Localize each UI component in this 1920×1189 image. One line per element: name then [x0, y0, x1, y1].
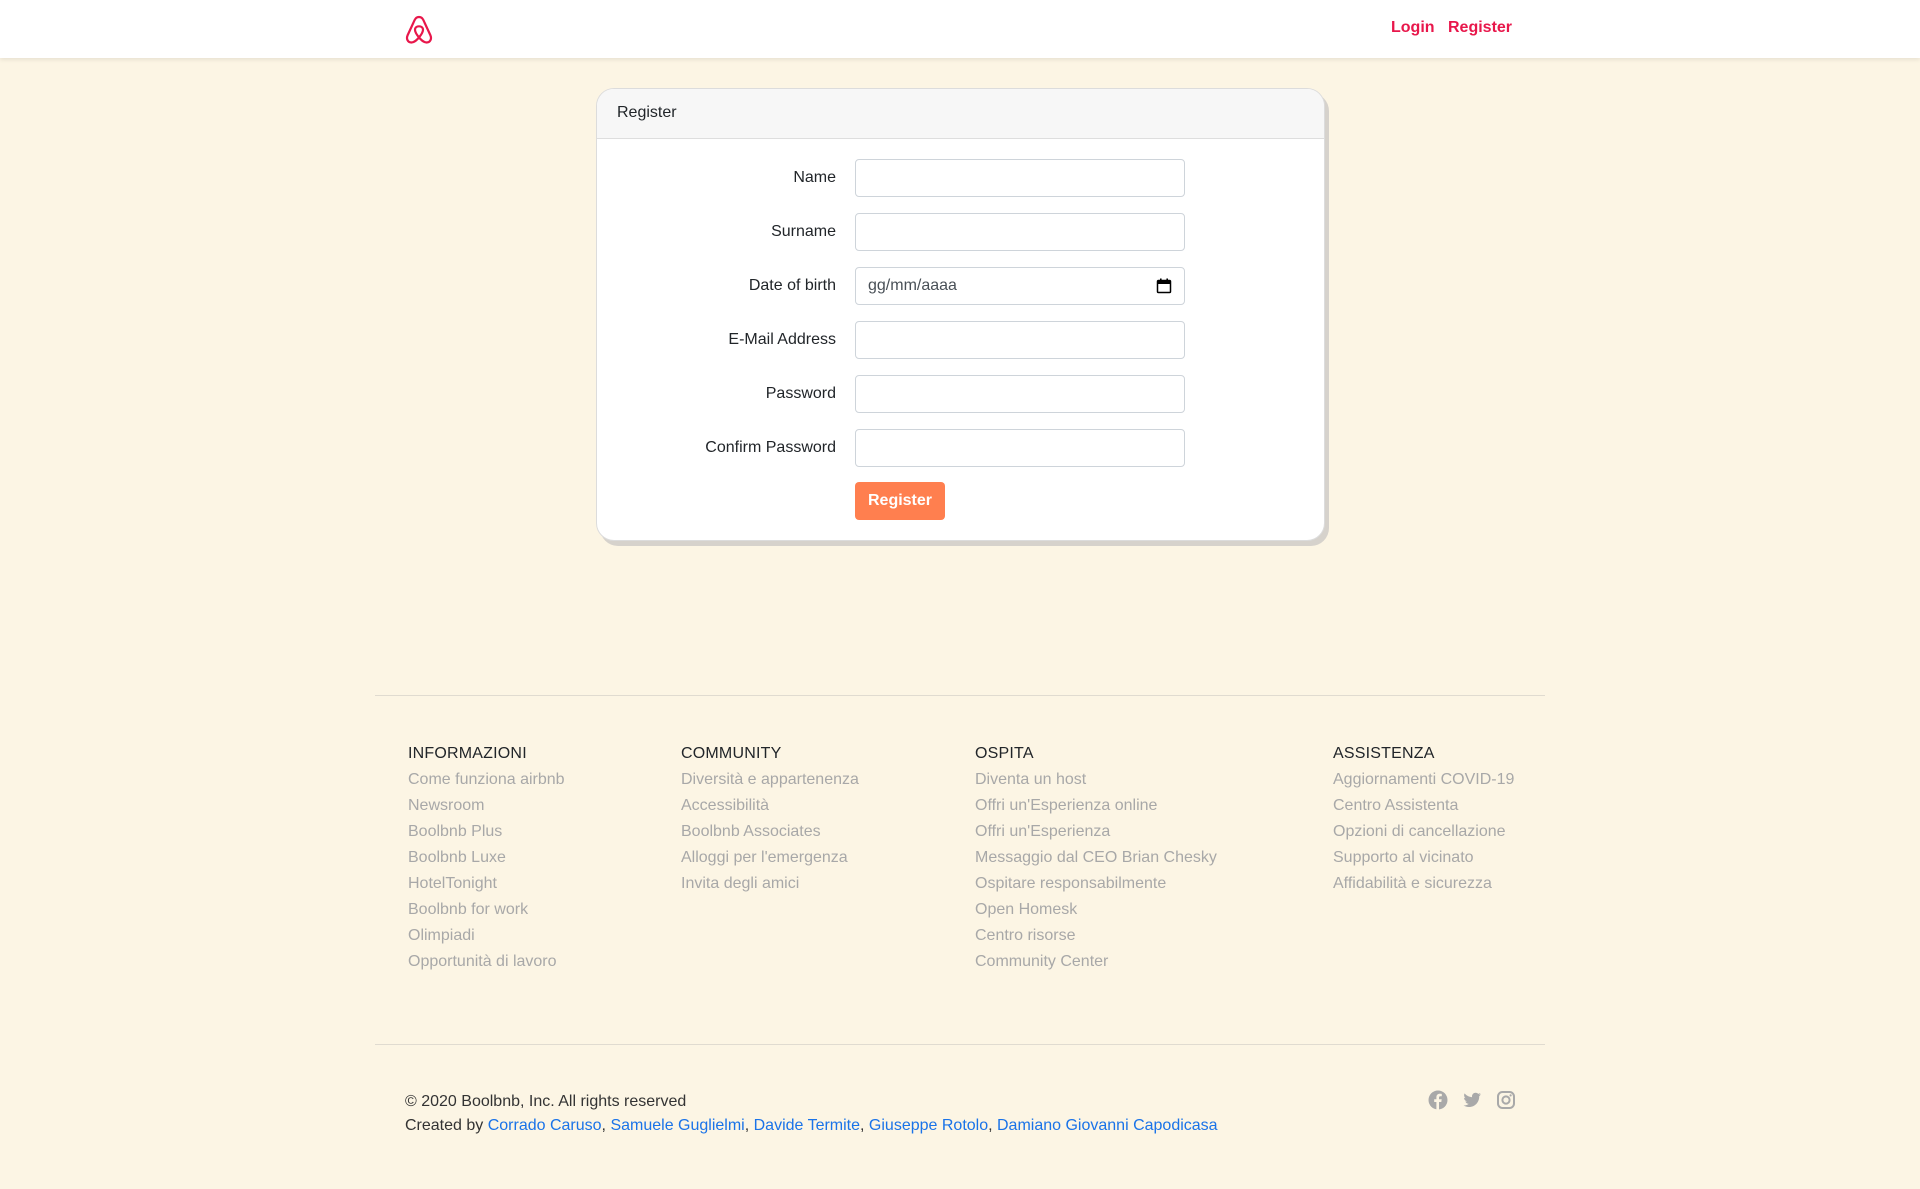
author-link[interactable]: Giuseppe Rotolo [869, 1117, 988, 1134]
surname-row: Surname [597, 213, 1324, 251]
register-link[interactable]: Register [1448, 19, 1512, 37]
facebook-icon[interactable] [1428, 1090, 1448, 1110]
footer-link[interactable]: Newsroom [408, 797, 565, 823]
footer-link[interactable]: Invita degli amici [681, 875, 859, 901]
footer-link[interactable]: Affidabilità e sicurezza [1333, 875, 1514, 901]
email-row: E-Mail Address [597, 321, 1324, 359]
author-link[interactable]: Davide Termite [754, 1117, 860, 1134]
footer-link[interactable]: Offri un'Esperienza [975, 823, 1217, 849]
author-link[interactable]: Damiano Giovanni Capodicasa [997, 1117, 1218, 1134]
footer-link[interactable]: HotelTonight [408, 875, 565, 901]
footer-column-title: COMMUNITY [681, 745, 782, 762]
footer-link[interactable]: Centro risorse [975, 927, 1217, 953]
password-label: Password [765, 385, 836, 402]
password-row: Password [597, 375, 1324, 413]
dob-placeholder: gg/mm/aaaa [868, 277, 957, 294]
footer-link[interactable]: Aggiornamenti COVID-19 [1333, 771, 1514, 797]
calendar-icon[interactable] [1156, 278, 1172, 294]
dob-input[interactable]: gg/mm/aaaa [855, 267, 1185, 305]
email-label: E-Mail Address [728, 331, 836, 348]
email-input[interactable] [855, 321, 1185, 359]
footer-link[interactable]: Boolbnb for work [408, 901, 565, 927]
footer-column-ospita: OSPITA Diventa un host Offri un'Esperien… [975, 745, 1217, 979]
footer-link[interactable]: Diversità e appartenenza [681, 771, 859, 797]
name-label: Name [793, 169, 836, 186]
footer-link[interactable]: Centro Assistenta [1333, 797, 1514, 823]
register-card: Register Name Surname Date of birth gg/m… [596, 88, 1325, 541]
card-title: Register [597, 89, 1324, 139]
footer-link[interactable]: Offri un'Esperienza online [975, 797, 1217, 823]
footer-link[interactable]: Supporto al vicinato [1333, 849, 1514, 875]
name-row: Name [597, 159, 1324, 197]
footer-column-title: ASSISTENZA [1333, 745, 1435, 762]
footer-link[interactable]: Alloggi per l'emergenza [681, 849, 859, 875]
footer-link[interactable]: Olimpiadi [408, 927, 565, 953]
dob-label: Date of birth [748, 277, 836, 294]
footer-link[interactable]: Come funziona airbnb [408, 771, 565, 797]
footer-link[interactable]: Diventa un host [975, 771, 1217, 797]
footer-link[interactable]: Ospitare responsabilmente [975, 875, 1217, 901]
author-link[interactable]: Samuele Guglielmi [610, 1117, 744, 1134]
footer-link[interactable]: Community Center [975, 953, 1217, 979]
footer-divider-bottom [375, 1044, 1545, 1045]
credits-line: Created by Corrado Caruso, Samuele Gugli… [405, 1117, 1218, 1134]
footer-link[interactable]: Boolbnb Luxe [408, 849, 565, 875]
top-navbar: Login Register [0, 0, 1920, 58]
dob-row: Date of birth gg/mm/aaaa [597, 267, 1324, 305]
confirm-password-input[interactable] [855, 429, 1185, 467]
footer-divider-top [375, 695, 1545, 696]
surname-input[interactable] [855, 213, 1185, 251]
footer-link[interactable]: Opzioni di cancellazione [1333, 823, 1514, 849]
footer-link[interactable]: Boolbnb Associates [681, 823, 859, 849]
airbnb-logo-icon[interactable] [403, 14, 435, 46]
confirm-password-label: Confirm Password [705, 439, 836, 456]
footer-column-title: OSPITA [975, 745, 1034, 762]
name-input[interactable] [855, 159, 1185, 197]
password-input[interactable] [855, 375, 1185, 413]
author-link[interactable]: Corrado Caruso [488, 1117, 602, 1134]
footer-column-title: INFORMAZIONI [408, 745, 527, 762]
footer-link[interactable]: Messaggio dal CEO Brian Chesky [975, 849, 1217, 875]
footer-column-community: COMMUNITY Diversità e appartenenza Acces… [681, 745, 859, 901]
twitter-icon[interactable] [1462, 1090, 1482, 1110]
confirm-password-row: Confirm Password [597, 429, 1324, 467]
footer-column-assistenza: ASSISTENZA Aggiornamenti COVID-19 Centro… [1333, 745, 1514, 901]
instagram-icon[interactable] [1496, 1090, 1516, 1110]
login-link[interactable]: Login [1391, 19, 1435, 37]
footer-link[interactable]: Boolbnb Plus [408, 823, 565, 849]
footer-link[interactable]: Open Homesk [975, 901, 1217, 927]
copyright-text: © 2020 Boolbnb, Inc. All rights reserved [405, 1093, 687, 1110]
created-by-label: Created by [405, 1117, 484, 1134]
footer-column-informazioni: INFORMAZIONI Come funziona airbnb Newsro… [408, 745, 565, 979]
footer-link[interactable]: Opportunità di lavoro [408, 953, 565, 979]
footer-link[interactable]: Accessibilità [681, 797, 859, 823]
register-submit-button[interactable]: Register [855, 482, 945, 520]
surname-label: Surname [771, 223, 836, 240]
